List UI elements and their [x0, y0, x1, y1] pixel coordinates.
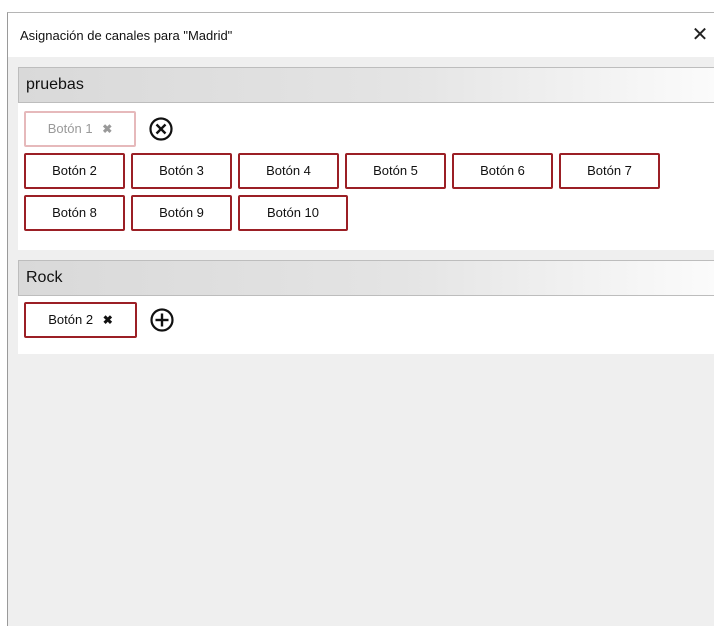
option-chip-boton-6[interactable]: Botón 6: [452, 153, 553, 189]
group-rock: Rock Botón 2 ✖: [18, 260, 714, 354]
chip-remove-icon[interactable]: ✖: [102, 122, 112, 136]
option-chip-boton-5[interactable]: Botón 5: [345, 153, 446, 189]
close-button[interactable]: ✕: [686, 20, 714, 50]
circle-plus-icon[interactable]: [149, 307, 175, 333]
group-header-rock: Rock: [18, 260, 714, 296]
title-bar: Asignación de canales para "Madrid" ✕: [8, 13, 714, 57]
chip-label: Botón 2: [48, 312, 94, 327]
group-pruebas: pruebas Botón 1 ✖ Botón 2 Botón 3 Botón …: [18, 67, 714, 250]
option-chip-boton-8[interactable]: Botón 8: [24, 195, 125, 231]
channel-assignment-dialog: Asignación de canales para "Madrid" ✕ pr…: [7, 12, 714, 626]
selected-chip-boton-1[interactable]: Botón 1 ✖: [24, 111, 136, 147]
dialog-title: Asignación de canales para "Madrid": [20, 28, 233, 43]
option-chip-boton-3[interactable]: Botón 3: [131, 153, 232, 189]
option-chip-boton-4[interactable]: Botón 4: [238, 153, 339, 189]
selected-chip-boton-2[interactable]: Botón 2 ✖: [24, 302, 137, 338]
chip-label: Botón 1: [47, 121, 93, 136]
group-header-pruebas: pruebas: [18, 67, 714, 103]
option-chip-boton-9[interactable]: Botón 9: [131, 195, 232, 231]
option-chip-boton-7[interactable]: Botón 7: [559, 153, 660, 189]
circle-x-icon[interactable]: [148, 116, 174, 142]
option-chip-boton-10[interactable]: Botón 10: [238, 195, 348, 231]
chip-remove-icon[interactable]: ✖: [103, 313, 113, 327]
option-chip-boton-2[interactable]: Botón 2: [24, 153, 125, 189]
